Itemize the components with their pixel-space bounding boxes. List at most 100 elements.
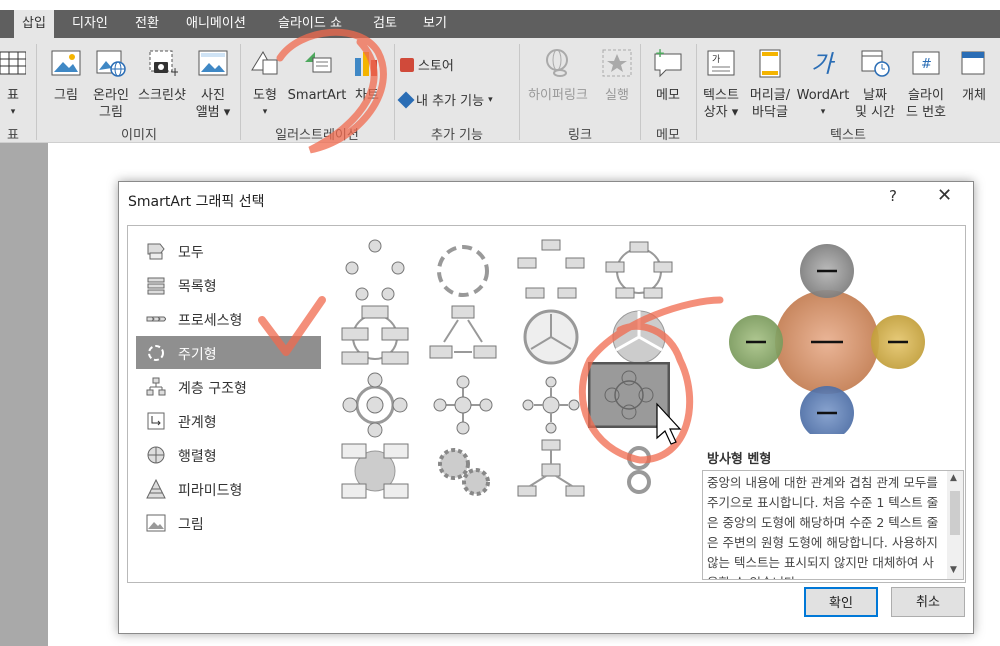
store-button[interactable]: 스토어 <box>400 55 454 74</box>
help-button[interactable]: ? <box>889 187 897 205</box>
category-all[interactable]: 모두 <box>136 234 321 267</box>
category-label: 계층 구조형 <box>178 381 247 397</box>
store-label: 스토어 <box>418 59 454 74</box>
header-footer-button[interactable]: 머리글/ 바닥글 <box>745 48 795 121</box>
svg-text:가: 가 <box>712 54 720 65</box>
photo-album-button[interactable]: 사진 앨범 ▾ <box>192 48 234 121</box>
separator <box>240 44 241 140</box>
group-label-links: 링크 <box>568 128 592 143</box>
picture-icon <box>51 50 81 76</box>
wordart-label: WordArt <box>796 88 850 103</box>
separator <box>36 44 37 140</box>
group-label-illustrations: 일러스트레이션 <box>275 128 359 143</box>
separator <box>696 44 697 140</box>
tab-animations[interactable]: 애니메이션 <box>186 10 246 38</box>
table-button[interactable]: 표 ▾ <box>0 48 27 121</box>
preview-pane: 방사형 벤형 중앙의 내용에 대한 관계와 겹침 관계 모두를 주기으로 표시합… <box>697 225 966 583</box>
slide-thumbnail-pane <box>0 143 48 646</box>
online-picture-button[interactable]: 온라인 그림 <box>88 48 134 121</box>
layout-thumbnail[interactable] <box>516 436 586 506</box>
category-list-type[interactable]: 목록형 <box>136 268 321 301</box>
category-label: 주기형 <box>178 347 217 363</box>
category-matrix[interactable]: 행렬형 <box>136 438 321 471</box>
comment-button[interactable]: + 메모 <box>648 46 688 104</box>
ribbon-tab-bar: 삽입 디자인 전환 애니메이션 슬라이드 쇼 검토 보기 <box>0 10 1000 38</box>
screenshot-label: 스크린샷 <box>138 88 186 103</box>
preview-title: 방사형 벤형 <box>707 452 772 467</box>
object-button[interactable]: 개체 <box>954 48 994 104</box>
svg-text:+: + <box>655 48 665 60</box>
tab-transitions[interactable]: 전환 <box>135 10 159 38</box>
category-cycle[interactable]: 주기형 <box>136 336 321 369</box>
picture-button[interactable]: 그림 <box>46 48 86 104</box>
tab-insert[interactable]: 삽입 <box>14 10 54 38</box>
smartart-label: SmartArt <box>287 88 347 103</box>
category-relationship[interactable]: 관계형 <box>136 404 321 437</box>
tab-view[interactable]: 보기 <box>423 10 447 38</box>
layout-thumbnail[interactable] <box>428 302 498 372</box>
category-label: 모두 <box>178 245 204 261</box>
my-addins-button[interactable]: 내 추가 기능 ▾ <box>397 90 493 109</box>
layout-thumbnail[interactable] <box>340 302 410 372</box>
layout-thumbnail[interactable] <box>428 436 498 506</box>
textbox-icon: 가 <box>707 50 735 76</box>
layout-thumbnail[interactable] <box>604 236 674 306</box>
layout-thumbnail[interactable] <box>340 370 410 440</box>
radial-venn-thumbnail-selected[interactable] <box>588 362 670 428</box>
hyperlink-icon <box>546 49 568 77</box>
layout-thumbnail[interactable] <box>340 236 410 306</box>
slide-number-button[interactable]: # 슬라이 드 번호 <box>900 48 952 121</box>
chart-icon <box>355 52 377 76</box>
category-hierarchy[interactable]: 계층 구조형 <box>136 370 321 403</box>
comment-label: 메모 <box>656 88 680 103</box>
cancel-button[interactable]: 취소 <box>891 587 965 617</box>
description-scrollbar[interactable]: ▲ ▼ <box>947 471 963 579</box>
group-label-text: 텍스트 <box>830 128 866 143</box>
slide-number-label-1: 슬라이 <box>908 88 944 103</box>
close-button[interactable]: ✕ <box>937 185 952 206</box>
category-label: 행렬형 <box>178 449 217 465</box>
layout-thumbnail[interactable] <box>516 302 586 372</box>
textbox-button[interactable]: 가 텍스트 상자 ▾ <box>698 48 744 121</box>
object-icon <box>961 51 985 75</box>
wordart-button[interactable]: 가 WordArt ▾ <box>795 48 851 121</box>
tab-design[interactable]: 디자인 <box>72 10 108 38</box>
action-button[interactable]: 실행 <box>598 48 636 104</box>
group-label-addins: 추가 기능 <box>431 128 483 143</box>
table-label: 표 <box>7 88 19 103</box>
layout-thumbnail[interactable] <box>340 436 410 506</box>
shapes-label: 도형 <box>253 88 277 103</box>
category-process[interactable]: 프로세스형 <box>136 302 321 335</box>
separator <box>394 44 395 140</box>
layout-thumbnail[interactable] <box>604 436 674 506</box>
category-picture[interactable]: 그림 <box>136 506 321 539</box>
addins-icon <box>397 91 415 108</box>
category-label: 피라미드형 <box>178 483 243 499</box>
smartart-button[interactable]: SmartArt <box>286 48 348 104</box>
chart-button[interactable]: 차트 <box>350 48 384 104</box>
scroll-up-icon[interactable]: ▲ <box>950 473 957 483</box>
category-label: 목록형 <box>178 279 217 295</box>
datetime-button[interactable]: 날짜 및 시간 <box>852 48 898 121</box>
category-pyramid[interactable]: 피라미드형 <box>136 472 321 505</box>
group-label-comments: 메모 <box>656 128 680 143</box>
photo-album-icon <box>198 50 228 76</box>
layout-thumbnail[interactable] <box>428 370 498 440</box>
layout-thumbnail[interactable] <box>428 236 498 306</box>
scrollbar-thumb[interactable] <box>950 491 960 535</box>
scroll-down-icon[interactable]: ▼ <box>950 565 957 575</box>
ok-button[interactable]: 확인 <box>804 587 878 617</box>
online-picture-label-2: 그림 <box>99 105 123 120</box>
screenshot-button[interactable]: + 스크린샷 <box>134 48 190 104</box>
tab-review[interactable]: 검토 <box>373 10 397 38</box>
pyramid-icon <box>146 479 166 499</box>
layout-thumbnail[interactable] <box>516 236 586 306</box>
cycle-icon <box>148 345 164 361</box>
matrix-icon <box>147 446 165 464</box>
tab-slideshow[interactable]: 슬라이드 쇼 <box>278 10 342 38</box>
hyperlink-button[interactable]: 하이퍼링크 <box>522 48 594 104</box>
shapes-button[interactable]: 도형 ▾ <box>246 48 284 121</box>
category-label: 프로세스형 <box>178 313 243 329</box>
layout-thumbnail[interactable] <box>516 370 586 440</box>
textbox-label-2: 상자 <box>703 105 728 120</box>
